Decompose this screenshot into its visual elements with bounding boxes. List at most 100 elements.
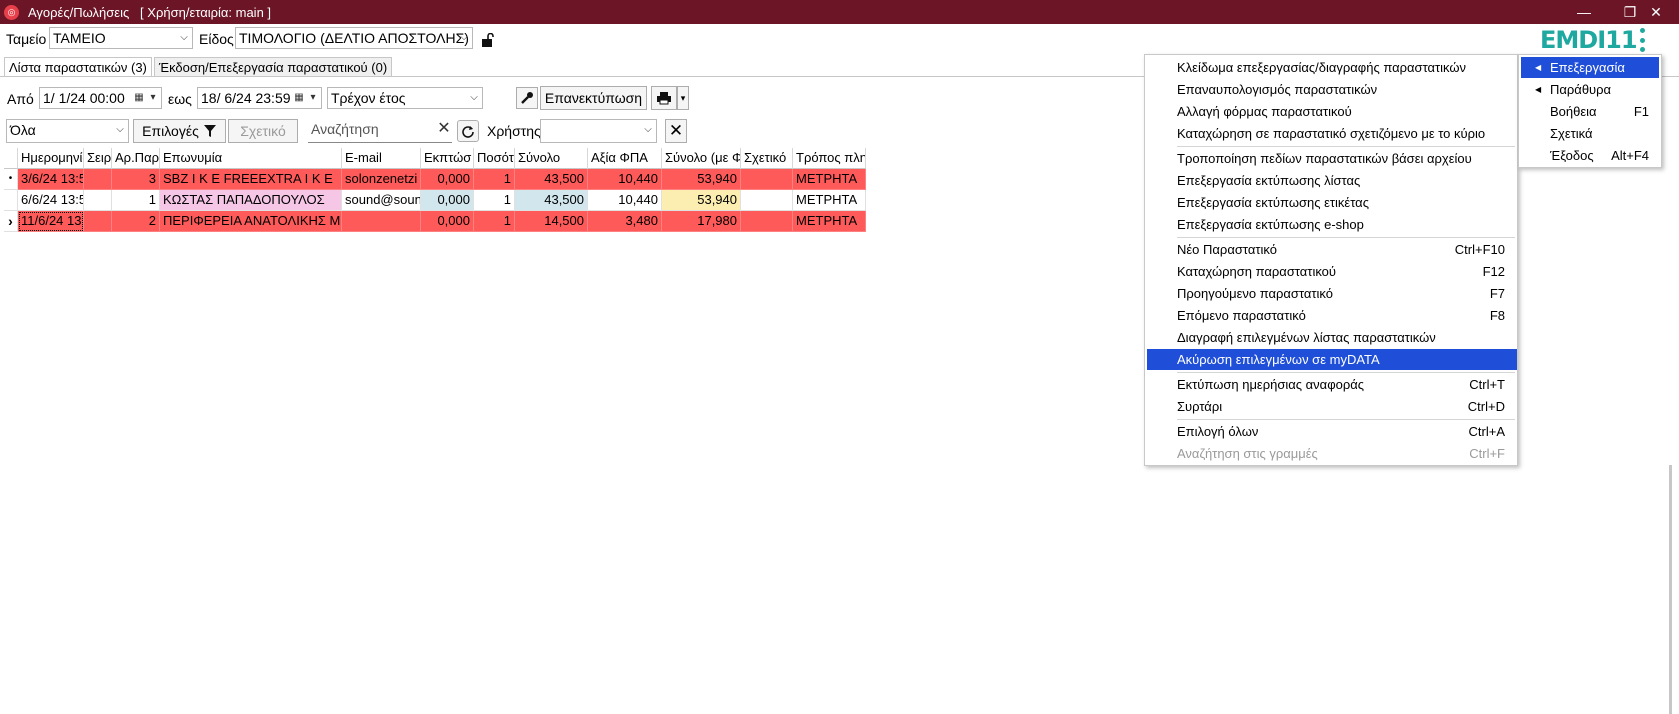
- menu-item-exit[interactable]: Έξοδος Alt+F4: [1521, 145, 1659, 166]
- clear-user-button[interactable]: ✕: [665, 119, 687, 143]
- menu-item-delete-selected[interactable]: Διαγραφή επιλεγμένων λίστας παραστατικών: [1147, 327, 1515, 348]
- vertical-scrollbar[interactable]: [1669, 465, 1672, 714]
- sxetiko-button[interactable]: Σχετικό: [228, 119, 298, 143]
- menu-item-new-document[interactable]: Νέο Παραστατικό Ctrl+F10: [1147, 239, 1515, 260]
- column-header[interactable]: Ποσότ: [474, 148, 515, 169]
- menu-item-modify-fields[interactable]: Τροποποίηση πεδίων παραστατικών βάσει αρ…: [1147, 148, 1515, 169]
- close-button[interactable]: ✕: [1633, 0, 1679, 24]
- menu-item-edit[interactable]: ◀ Επεξεργασία: [1521, 57, 1659, 78]
- cell-payment-method: ΜΕΤΡΗΤΑ: [793, 190, 866, 211]
- chevron-down-icon: ⌵: [460, 32, 468, 43]
- menu-item-edit-list-print[interactable]: Επεξεργασία εκτύπωσης λίστας: [1147, 170, 1515, 191]
- table-row[interactable]: 6/6/24 13:5 1 ΚΩΣΤΑΣ ΠΑΠΑΔΟΠΟΥΛΟΣ sound@…: [4, 190, 866, 211]
- column-header[interactable]: Εκπτώσ: [421, 148, 474, 169]
- menu-item-previous-document[interactable]: Προηγούμενο παραστατικό F7: [1147, 283, 1515, 304]
- menu-item-label: Επιλογή όλων: [1177, 424, 1259, 439]
- more-options-icon[interactable]: [1637, 28, 1647, 52]
- user-select[interactable]: ⌵: [540, 119, 657, 143]
- menu-item-edit-label-print[interactable]: Επεξεργασία εκτύπωσης ετικέτας: [1147, 192, 1515, 213]
- column-header[interactable]: Σύνολο: [515, 148, 588, 169]
- column-header[interactable]: Ημερομηνία: [18, 148, 84, 169]
- search-input[interactable]: Αναζήτηση ✕: [308, 119, 452, 143]
- row-indicator: [4, 190, 18, 211]
- tameio-select[interactable]: ΤΑΜΕΙΟ ⌵: [49, 27, 193, 49]
- column-header[interactable]: E-mail: [342, 148, 421, 169]
- cell-series: [84, 169, 112, 190]
- cell-series: [84, 190, 112, 211]
- ola-select[interactable]: Όλα ⌵: [6, 119, 129, 143]
- column-header[interactable]: Αξία ΦΠΑ: [588, 148, 662, 169]
- cell-number: 1: [112, 190, 160, 211]
- menu-item-change-form[interactable]: Αλλαγή φόρμας παραστατικού: [1147, 101, 1515, 122]
- unlock-icon[interactable]: [480, 33, 494, 47]
- refresh-button[interactable]: [457, 120, 479, 142]
- epiloges-label: Επιλογές: [142, 123, 199, 139]
- table-row[interactable]: • 3/6/24 13:5 3 SBZ I K E FREEEXTRA I K …: [4, 169, 866, 190]
- search-placeholder: Αναζήτηση: [311, 121, 379, 137]
- submenu-arrow-icon: ◀: [1535, 85, 1542, 94]
- menu-item-help[interactable]: Βοήθεια F1: [1521, 101, 1659, 122]
- menu-item-label: Ακύρωση επιλεγμένων σε myDATA: [1177, 352, 1380, 367]
- tameio-label: Ταμείο: [6, 31, 47, 47]
- cell-email: [342, 211, 421, 232]
- reprint-button[interactable]: Επανεκτύπωση: [540, 86, 647, 110]
- menu-item-label: Καταχώρηση σε παραστατικό σχετιζόμενο με…: [1177, 126, 1486, 141]
- menu-item-windows[interactable]: ◀ Παράθυρα: [1521, 79, 1659, 100]
- cell-payment-method: ΜΕΤΡΗΤΑ: [793, 211, 866, 232]
- menu-item-shortcut: Alt+F4: [1611, 148, 1649, 163]
- cell-total: 43,500: [515, 169, 588, 190]
- menu-item-next-document[interactable]: Επόμενο παραστατικό F8: [1147, 305, 1515, 326]
- column-header[interactable]: Αρ.Παρ: [112, 148, 160, 169]
- menu-item-label: Επεξεργασία εκτύπωσης ετικέτας: [1177, 195, 1369, 210]
- menu-item-select-all[interactable]: Επιλογή όλων Ctrl+A: [1147, 421, 1515, 442]
- menu-item-label: Καταχώρηση παραστατικού: [1177, 264, 1337, 279]
- column-header[interactable]: Επωνυμία: [160, 148, 342, 169]
- menu-item-cancel-mydata[interactable]: Ακύρωση επιλεγμένων σε myDATA: [1147, 349, 1517, 370]
- tab-document-edit[interactable]: Έκδοση/Επεξεργασία παραστατικού (0): [153, 57, 393, 77]
- print-button[interactable]: [651, 86, 677, 110]
- cell-payment-method: ΜΕΤΡΗΤΑ: [793, 169, 866, 190]
- tab-document-list[interactable]: Λίστα παραστατικών (3): [4, 57, 152, 77]
- eos-date-value: 18/ 6/24 23:59: [201, 90, 291, 106]
- clear-search-icon[interactable]: ✕: [436, 119, 452, 139]
- menu-item-label: Εκτύπωση ημερήσιας αναφοράς: [1177, 377, 1365, 392]
- menu-item-daily-report[interactable]: Εκτύπωση ημερήσιας αναφοράς Ctrl+T: [1147, 374, 1515, 395]
- menu-item-label: Επαναυπολογισμός παραστατικών: [1177, 82, 1378, 97]
- menu-item-drawer[interactable]: Συρτάρι Ctrl+D: [1147, 396, 1515, 417]
- menu-item-related-entry[interactable]: Καταχώρηση σε παραστατικό σχετιζόμενο με…: [1147, 123, 1515, 144]
- apo-date-field[interactable]: 1/ 1/24 00:00 ▦ ▾: [39, 87, 162, 109]
- column-header[interactable]: Σειρ: [84, 148, 112, 169]
- eos-date-field[interactable]: 18/ 6/24 23:59 ▦ ▾: [197, 87, 322, 109]
- menu-item-label: Προηγούμενο παραστατικό: [1177, 286, 1334, 301]
- menu-item-shortcut: Ctrl+T: [1469, 377, 1505, 392]
- period-value: Τρέχον έτος: [331, 90, 406, 106]
- menu-item-label: Επόμενο παραστατικό: [1177, 308, 1306, 323]
- wrench-button[interactable]: [516, 87, 538, 109]
- column-header[interactable]: Σχετικό: [741, 148, 793, 169]
- table-row[interactable]: › 11/6/24 13 2 ΠΕΡΙΦΕΡΕΙΑ ΑΝΑΤΟΛΙΚΗΣ Μ 0…: [4, 211, 866, 232]
- menu-item-label: Παράθυρα: [1550, 82, 1612, 97]
- printer-icon: [657, 92, 671, 105]
- minimize-button[interactable]: —: [1561, 0, 1607, 24]
- menu-item-recalculate[interactable]: Επαναυπολογισμός παραστατικών: [1147, 79, 1515, 100]
- cell-quantity: 1: [474, 169, 515, 190]
- menu-item-about[interactable]: Σχετικά: [1521, 123, 1659, 144]
- column-header[interactable]: Σύνολο (με Φ: [662, 148, 741, 169]
- eidos-select[interactable]: ΤΙΜΟΛΟΓΙΟ (ΔΕΛΤΙΟ ΑΠΟΣΤΟΛΗΣ) ⌵: [235, 27, 473, 49]
- cell-total-with-vat: 53,940: [662, 169, 741, 190]
- menu-item-lock-editing[interactable]: Κλείδωμα επεξεργασίας/διαγραφής παραστατ…: [1147, 57, 1515, 78]
- print-dropdown-button[interactable]: ▾: [677, 86, 689, 110]
- eidos-value: ΤΙΜΟΛΟΓΙΟ (ΔΕΛΤΙΟ ΑΠΟΣΤΟΛΗΣ): [239, 30, 469, 46]
- menu-item-label: Επεξεργασία εκτύπωσης e-shop: [1177, 217, 1364, 232]
- menu-item-shortcut: Ctrl+D: [1467, 399, 1505, 414]
- cell-discount: 0,000: [421, 211, 474, 232]
- menu-item-shortcut: Ctrl+F10: [1454, 242, 1505, 257]
- epiloges-button[interactable]: Επιλογές: [133, 119, 226, 143]
- header-indicator: [4, 148, 18, 169]
- cell-name: SBZ I K E FREEEXTRA I K E: [160, 169, 342, 190]
- menu-item-save-document[interactable]: Καταχώρηση παραστατικού F12: [1147, 261, 1515, 282]
- menu-item-edit-eshop-print[interactable]: Επεξεργασία εκτύπωσης e-shop: [1147, 214, 1515, 235]
- period-select[interactable]: Τρέχον έτος ⌵: [327, 87, 483, 109]
- menu-separator: [1177, 419, 1515, 420]
- column-header[interactable]: Τρόπος πλη: [793, 148, 866, 169]
